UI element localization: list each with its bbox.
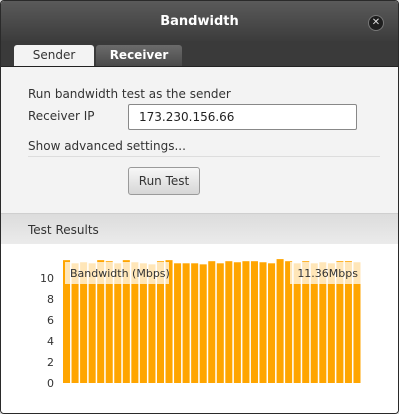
results-title: Test Results [28,223,99,237]
chart-title: Bandwidth (Mbps) [70,267,170,280]
bandwidth-chart: 0 2 4 6 8 10 Bandwidth (Mbps) 11.36Mbps [40,259,362,390]
y-tick-label: 4 [47,335,54,348]
bandwidth-bar [208,261,216,383]
results-chart-area: 0 2 4 6 8 10 Bandwidth (Mbps) 11.36Mbps [1,244,398,413]
title-bar: Bandwidth ✕ [1,1,398,41]
bandwidth-bar [233,262,241,383]
bandwidth-bar [174,263,182,383]
bandwidth-bar [259,262,267,383]
close-icon[interactable]: ✕ [368,15,384,31]
results-header: Test Results [1,213,398,244]
tab-receiver[interactable]: Receiver [96,45,182,66]
y-tick-label: 2 [47,356,54,369]
tab-sender[interactable]: Sender [14,45,94,66]
bandwidth-bar [191,263,199,383]
y-tick-label: 6 [47,314,54,327]
run-test-button[interactable]: Run Test [128,167,200,195]
current-value-label: 11.36Mbps [297,267,358,280]
y-tick-label: 10 [40,272,54,285]
divider [28,156,380,157]
bandwidth-bar [216,263,224,383]
tab-bar: Sender Receiver [1,41,398,67]
bandwidth-bar [250,261,258,383]
bandwidth-bar [268,263,276,383]
intro-text: Run bandwidth test as the sender [28,87,231,101]
bandwidth-bar [199,264,207,383]
y-tick-label: 0 [47,377,54,390]
receiver-ip-label: Receiver IP [28,109,95,123]
receiver-ip-input[interactable] [128,104,357,130]
bandwidth-bar [242,261,250,383]
bandwidth-bar [276,259,284,383]
show-advanced-settings-link[interactable]: Show advanced settings... [28,139,186,153]
bandwidth-bar [225,261,233,383]
window-title: Bandwidth [160,14,239,29]
y-tick-label: 8 [47,293,54,306]
bandwidth-bar [182,263,190,383]
bandwidth-window: Bandwidth ✕ Sender Receiver Run bandwidt… [0,0,399,414]
